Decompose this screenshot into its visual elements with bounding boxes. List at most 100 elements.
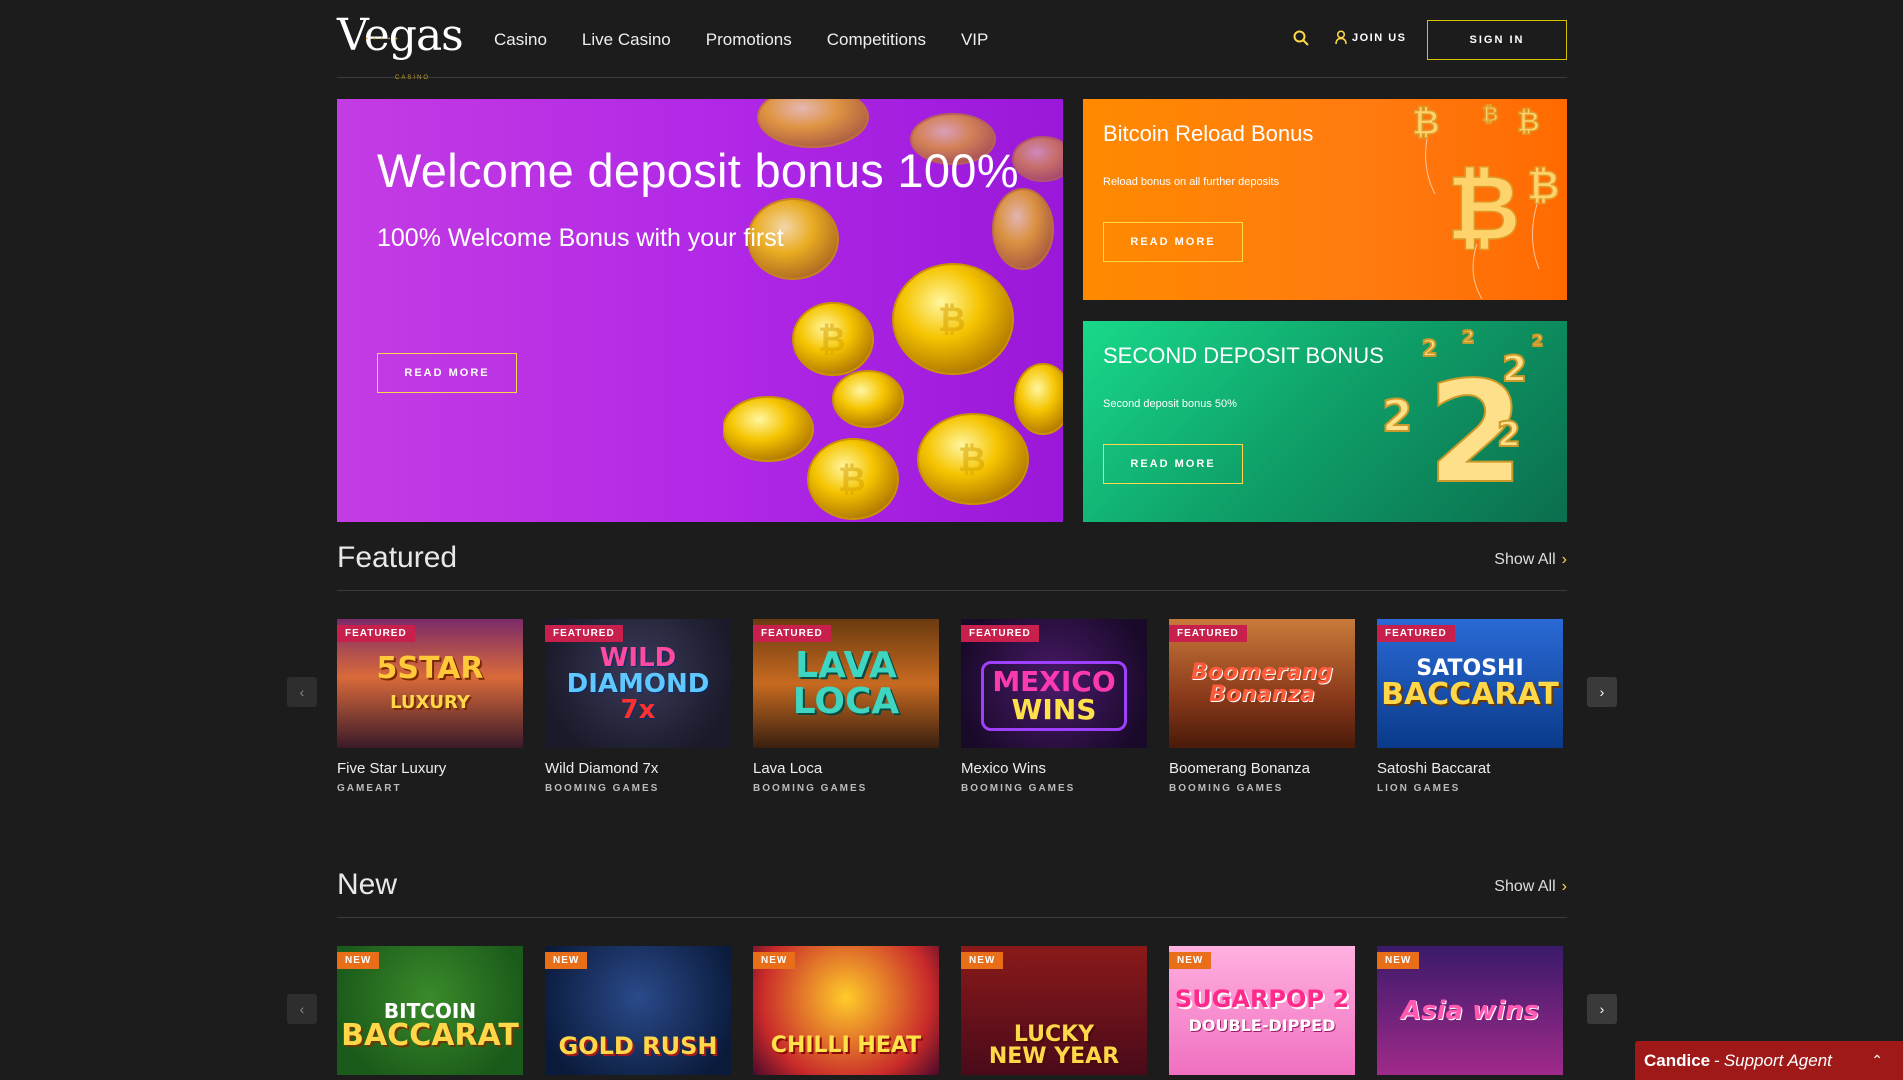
new-badge: NEW: [337, 952, 380, 969]
game-card[interactable]: NEW Asia wins: [1377, 946, 1563, 1075]
featured-badge: FEATURED: [545, 625, 623, 642]
chevron-right-icon: ›: [1561, 878, 1567, 895]
game-thumbnail[interactable]: NEW SUGARPOP 2 DOUBLE-DIPPED: [1169, 946, 1355, 1075]
svg-text:₿: ₿: [938, 300, 966, 340]
number-two-image: 2 2 2 2 2 2 2: [1381, 326, 1544, 516]
chevron-left-icon: ‹: [299, 684, 305, 700]
nav-vip[interactable]: VIP: [961, 30, 988, 50]
game-art-text: CHILLI HEAT: [770, 1032, 922, 1058]
game-thumbnail[interactable]: NEW GOLD RUSH: [545, 946, 731, 1075]
new-show-all-label: Show All: [1494, 878, 1556, 895]
svg-text:2: 2: [1382, 391, 1413, 442]
new-badge: NEW: [753, 952, 796, 969]
game-thumbnail[interactable]: FEATURED SATOSHI BACCARAT: [1377, 619, 1563, 748]
game-card[interactable]: FEATURED MEXICO WINS Mexico Wins BOOMING …: [961, 619, 1147, 794]
game-provider: BOOMING GAMES: [545, 783, 660, 794]
game-card[interactable]: FEATURED SATOSHI BACCARAT Satoshi Baccara…: [1377, 619, 1563, 794]
game-art-text: MEXICO WINS: [981, 660, 1127, 731]
nav-live-casino[interactable]: Live Casino: [582, 30, 671, 50]
svg-text:₿: ₿: [818, 320, 846, 360]
hero-read-more-button[interactable]: READ MORE: [377, 353, 517, 393]
game-name: Lava Loca: [753, 760, 823, 777]
svg-text:₿: ₿: [1517, 105, 1540, 138]
bitcoin-reload-read-more-button[interactable]: READ MORE: [1103, 222, 1243, 262]
user-icon: [1335, 30, 1347, 45]
game-thumbnail[interactable]: NEW LUCKY NEW YEAR: [961, 946, 1147, 1075]
bitcoin-reload-desc: Reload bonus on all further deposits: [1103, 176, 1280, 188]
game-thumbnail[interactable]: FEATURED WILD DIAMOND 7x: [545, 619, 731, 748]
game-thumbnail[interactable]: FEATURED Boomerang Bonanza: [1169, 619, 1355, 748]
game-art-text: LUCKY NEW YEAR: [988, 1021, 1120, 1069]
game-card[interactable]: NEW SUGARPOP 2 DOUBLE-DIPPED: [1169, 946, 1355, 1075]
new-section-header: New Show All ›: [337, 862, 1567, 918]
featured-badge: FEATURED: [1169, 625, 1247, 642]
sign-in-button[interactable]: SIGN IN: [1427, 20, 1567, 60]
featured-badge: FEATURED: [337, 625, 415, 642]
game-card[interactable]: NEW LUCKY NEW YEAR: [961, 946, 1147, 1075]
vegas-logo[interactable]: • • • • • Vegas CASINO: [337, 14, 464, 82]
support-separator: -: [1714, 1050, 1720, 1070]
game-card[interactable]: NEW BITCOIN BACCARAT: [337, 946, 523, 1075]
welcome-bonus-banner[interactable]: ₿ ₿ ₿ ₿ Welcome deposit bonus 100% 100% Wel…: [337, 99, 1063, 522]
featured-show-all-link[interactable]: Show All ›: [1494, 551, 1567, 569]
game-card[interactable]: FEATURED WILD DIAMOND 7x Wild Diamond 7x B…: [545, 619, 731, 794]
featured-show-all-label: Show All: [1494, 551, 1556, 568]
game-art-text: LAVA LOCA: [792, 644, 900, 722]
new-badge: NEW: [961, 952, 1004, 969]
game-art-text: SUGARPOP 2 DOUBLE-DIPPED: [1174, 984, 1350, 1035]
game-provider: GAMEART: [337, 783, 402, 794]
game-name: Five Star Luxury: [337, 760, 447, 777]
new-show-all-link[interactable]: Show All ›: [1494, 878, 1567, 896]
game-card[interactable]: NEW CHILLI HEAT: [753, 946, 939, 1075]
nav-promotions[interactable]: Promotions: [706, 30, 792, 50]
game-card[interactable]: NEW GOLD RUSH: [545, 946, 731, 1075]
game-art-text: GOLD RUSH: [558, 1031, 718, 1060]
featured-badge: FEATURED: [753, 625, 831, 642]
new-next-arrow[interactable]: ›: [1587, 994, 1617, 1024]
second-deposit-desc: Second deposit bonus 50%: [1103, 398, 1237, 410]
svg-text:₿: ₿: [1482, 102, 1498, 126]
nav-casino[interactable]: Casino: [494, 30, 547, 50]
featured-next-arrow[interactable]: ›: [1587, 677, 1617, 707]
game-thumbnail[interactable]: FEATURED LAVA LOCA: [753, 619, 939, 748]
game-name: Wild Diamond 7x: [545, 760, 659, 777]
featured-games-carousel: FEATURED 5STAR LUXURY Five Star Luxury GA…: [337, 619, 1567, 794]
game-card[interactable]: FEATURED 5STAR LUXURY Five Star Luxury GA…: [337, 619, 523, 794]
game-thumbnail[interactable]: NEW CHILLI HEAT: [753, 946, 939, 1075]
featured-prev-arrow[interactable]: ‹: [287, 677, 317, 707]
join-us-label: JOIN US: [1352, 31, 1407, 44]
game-thumbnail[interactable]: NEW BITCOIN BACCARAT: [337, 946, 523, 1075]
search-icon[interactable]: [1292, 29, 1312, 49]
main-nav: Casino Live Casino Promotions Competitio…: [494, 30, 988, 50]
support-chat-widget[interactable]: Candice - Support Agent ⌃: [1635, 1041, 1903, 1080]
featured-section-header: Featured Show All ›: [337, 535, 1567, 591]
game-thumbnail[interactable]: FEATURED 5STAR LUXURY: [337, 619, 523, 748]
hero-title: Welcome deposit bonus 100%: [377, 144, 1019, 197]
logo-text: Vegas: [337, 10, 464, 61]
new-badge: NEW: [1169, 952, 1212, 969]
nav-competitions[interactable]: Competitions: [827, 30, 926, 50]
svg-text:2: 2: [1497, 415, 1521, 455]
game-art-text: SATOSHI BACCARAT: [1381, 655, 1559, 712]
game-card[interactable]: FEATURED LAVA LOCA Lava Loca BOOMING GAME…: [753, 619, 939, 794]
join-us-link[interactable]: JOIN US: [1334, 30, 1407, 45]
chevron-left-icon: ‹: [299, 1001, 305, 1017]
new-prev-arrow[interactable]: ‹: [287, 994, 317, 1024]
featured-badge: FEATURED: [1377, 625, 1455, 642]
game-provider: BOOMING GAMES: [961, 783, 1076, 794]
game-provider: BOOMING GAMES: [753, 783, 868, 794]
bitcoin-reload-title: Bitcoin Reload Bonus: [1103, 121, 1314, 146]
second-deposit-title: SECOND DEPOSIT BONUS: [1103, 343, 1384, 368]
svg-text:2: 2: [1502, 349, 1527, 390]
game-card[interactable]: FEATURED Boomerang Bonanza Boomerang Bona…: [1169, 619, 1355, 794]
game-thumbnail[interactable]: FEATURED MEXICO WINS: [961, 619, 1147, 748]
chevron-up-icon[interactable]: ⌃: [1871, 1052, 1883, 1069]
game-provider: LION GAMES: [1377, 783, 1461, 794]
game-name: Satoshi Baccarat: [1377, 760, 1491, 777]
second-deposit-read-more-button[interactable]: READ MORE: [1103, 444, 1243, 484]
bitcoin-balloon-image: ₿ ₿ ₿ ₿ ₿: [1411, 101, 1560, 300]
bitcoin-reload-banner[interactable]: ₿ ₿ ₿ ₿ ₿ Bitcoin Reload Bonus Reload bo…: [1083, 99, 1567, 300]
game-thumbnail[interactable]: NEW Asia wins: [1377, 946, 1563, 1075]
chevron-right-icon: ›: [1599, 684, 1605, 700]
second-deposit-banner[interactable]: 2 2 2 2 2 2 2 SECOND DEPOSIT BONUS Secon…: [1083, 321, 1567, 522]
